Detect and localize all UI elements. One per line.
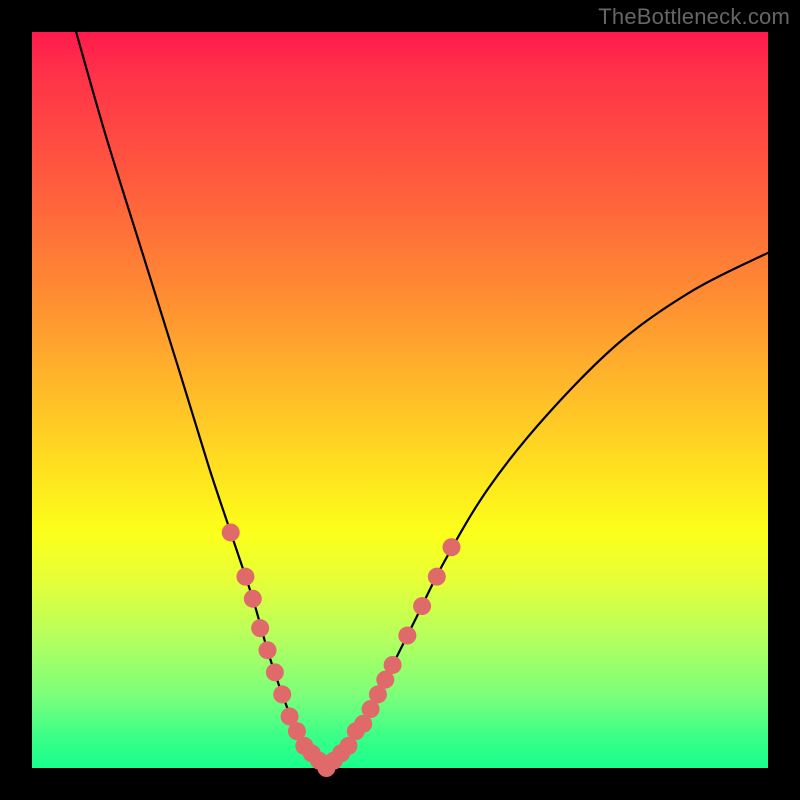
- chart-frame: TheBottleneck.com: [0, 0, 800, 800]
- highlight-dot: [413, 597, 431, 615]
- chart-svg: [32, 32, 768, 768]
- highlight-dot: [244, 590, 262, 608]
- highlight-dot: [251, 619, 269, 637]
- highlight-dot: [273, 685, 291, 703]
- highlight-dot: [428, 568, 446, 586]
- highlight-dot: [384, 656, 402, 674]
- highlight-dot: [266, 663, 284, 681]
- highlight-dot: [398, 627, 416, 645]
- watermark-text: TheBottleneck.com: [598, 4, 790, 30]
- highlight-dot: [443, 538, 461, 556]
- highlight-dot: [259, 641, 277, 659]
- plot-area: [32, 32, 768, 768]
- highlight-dot: [222, 523, 240, 541]
- bottleneck-curve-path: [76, 32, 768, 768]
- highlight-dots-group: [222, 523, 461, 777]
- highlight-dot: [236, 568, 254, 586]
